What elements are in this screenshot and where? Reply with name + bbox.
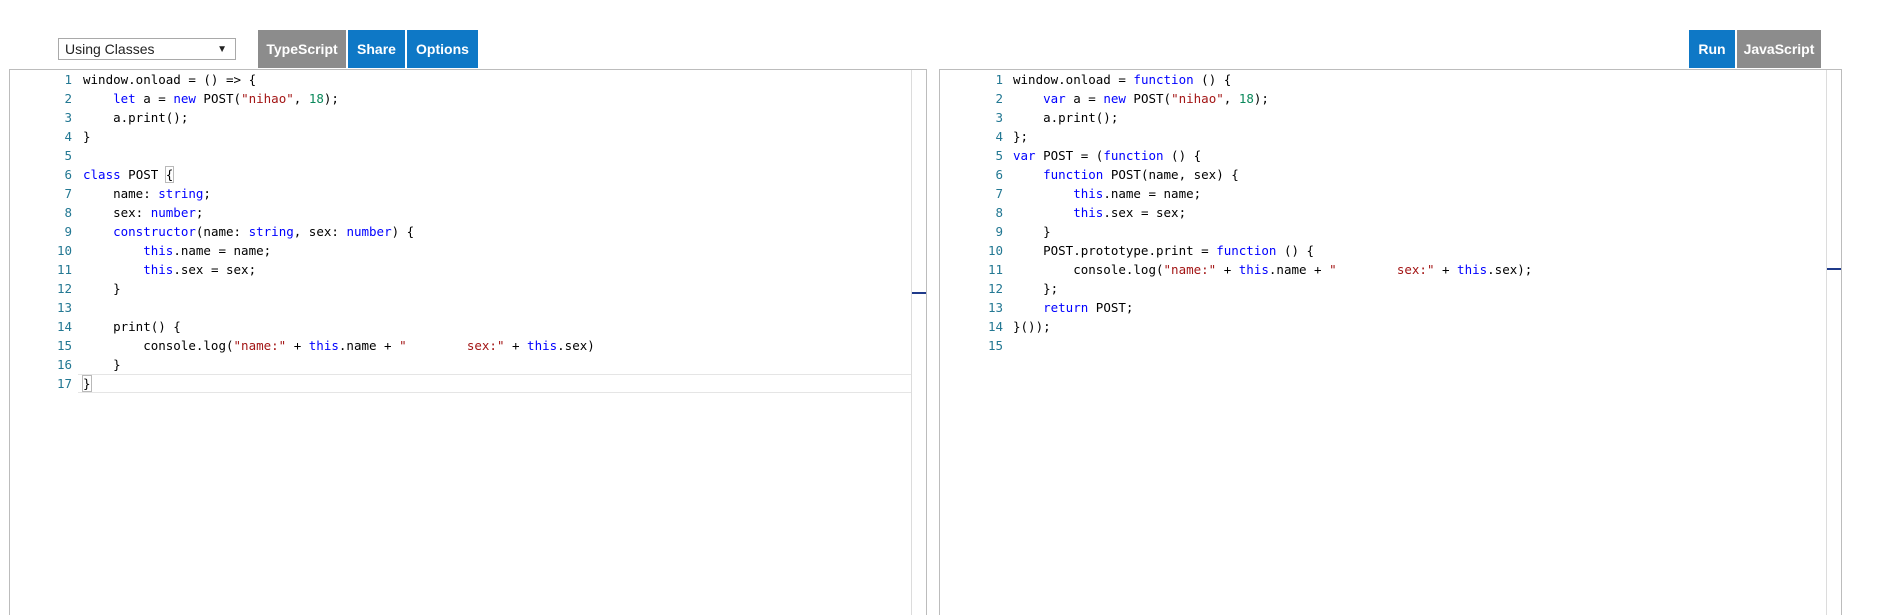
code-line: this.name = name; — [143, 243, 272, 258]
line-number: 3 — [64, 110, 72, 125]
chevron-down-icon: ▼ — [217, 44, 227, 55]
line-number: 1 — [64, 72, 72, 87]
line-number: 16 — [56, 357, 72, 372]
code-line: class POST { — [83, 166, 175, 183]
scrollbar-marker — [1827, 268, 1841, 270]
line-number: 14 — [56, 319, 72, 334]
code-line: } — [83, 281, 121, 296]
line-number: 15 — [56, 338, 72, 353]
line-number: 8 — [64, 205, 72, 220]
code-line: console.log("name:" + this.name + " sex:… — [1013, 262, 1533, 277]
line-number: 2 — [995, 91, 1003, 106]
code-line: return POST; — [1043, 300, 1134, 315]
typescript-tab[interactable]: TypeScript — [258, 30, 346, 68]
line-number: 3 — [995, 110, 1003, 125]
code-line: window.onload = function () { — [1013, 72, 1232, 87]
javascript-code: 1 window.onload = function () { 2 var a =… — [940, 70, 1827, 355]
line-number: 12 — [56, 281, 72, 296]
line-number: 13 — [987, 300, 1003, 315]
typescript-editor-scrollbar[interactable] — [911, 70, 926, 615]
line-number: 6 — [995, 167, 1003, 182]
example-select[interactable]: Using Classes ▼ — [58, 38, 236, 60]
code-line: print() { — [83, 319, 181, 334]
line-number: 12 — [987, 281, 1003, 296]
options-button[interactable]: Options — [407, 30, 478, 68]
code-line: window.onload = () => { — [83, 72, 257, 87]
code-line: this.sex = sex; — [1073, 205, 1187, 220]
scrollbar-marker — [912, 292, 926, 294]
run-button[interactable]: Run — [1689, 30, 1735, 68]
code-line: }()); — [1013, 319, 1051, 334]
line-number: 7 — [64, 186, 72, 201]
playground-root: Using Classes ▼ TypeScript Share Options… — [0, 0, 1891, 615]
code-line: }; — [1013, 129, 1029, 144]
line-number: 4 — [64, 129, 72, 144]
options-button-label: Options — [416, 41, 469, 57]
line-number: 8 — [995, 205, 1003, 220]
code-line: } — [83, 357, 121, 372]
code-line: a.print(); — [1013, 110, 1119, 125]
line-number: 5 — [995, 148, 1003, 163]
javascript-tab-label: JavaScript — [1743, 41, 1815, 57]
line-number: 13 — [56, 300, 72, 315]
code-line: sex: number; — [83, 205, 204, 220]
line-number: 15 — [987, 338, 1003, 353]
typescript-code: 1 window.onload = () => { 2 let a = new P… — [10, 70, 912, 393]
code-line: this.sex = sex; — [143, 262, 257, 277]
line-number: 6 — [64, 167, 72, 182]
share-button-label: Share — [357, 41, 396, 57]
code-line: a.print(); — [83, 110, 189, 125]
line-number: 7 — [995, 186, 1003, 201]
share-button[interactable]: Share — [348, 30, 405, 68]
code-line: } — [1013, 224, 1051, 239]
code-line: } — [83, 129, 91, 144]
code-line: }; — [1013, 281, 1059, 296]
javascript-tab[interactable]: JavaScript — [1737, 30, 1821, 68]
javascript-editor-scrollbar[interactable] — [1826, 70, 1841, 615]
line-number: 17 — [56, 376, 72, 391]
code-line: name: string; — [83, 186, 211, 201]
line-number: 11 — [987, 262, 1003, 277]
javascript-output-editor[interactable]: 1 window.onload = function () { 2 var a =… — [939, 69, 1842, 615]
line-number: 10 — [987, 243, 1003, 258]
typescript-tab-label: TypeScript — [266, 41, 338, 57]
code-line: constructor(name: string, sex: number) { — [113, 224, 415, 239]
line-number: 11 — [56, 262, 72, 277]
line-number: 1 — [995, 72, 1003, 87]
code-line: } — [82, 375, 92, 392]
line-number: 2 — [64, 91, 72, 106]
typescript-editor[interactable]: 1 window.onload = () => { 2 let a = new P… — [9, 69, 927, 615]
code-line: POST.prototype.print = function () { — [1013, 243, 1315, 258]
run-button-label: Run — [1698, 41, 1726, 57]
code-line: let a = new POST("nihao", 18); — [113, 91, 339, 106]
code-line: function POST(name, sex) { — [1043, 167, 1239, 182]
line-number: 9 — [64, 224, 72, 239]
code-line: var POST = (function () { — [1013, 148, 1202, 163]
line-number: 14 — [987, 319, 1003, 334]
code-line: console.log("name:" + this.name + " sex:… — [83, 338, 595, 353]
line-number: 10 — [56, 243, 72, 258]
line-number: 4 — [995, 129, 1003, 144]
line-number: 9 — [995, 224, 1003, 239]
code-line: var a = new POST("nihao", 18); — [1043, 91, 1269, 106]
line-number: 5 — [64, 148, 72, 163]
example-select-value: Using Classes — [65, 41, 155, 57]
code-line: this.name = name; — [1073, 186, 1202, 201]
